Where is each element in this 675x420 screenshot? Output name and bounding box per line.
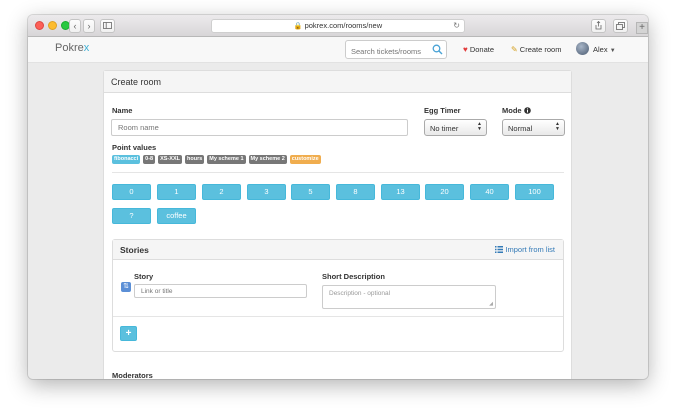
- add-story-button[interactable]: +: [120, 326, 137, 341]
- scheme-customize[interactable]: customize: [289, 155, 321, 164]
- scheme-xs-xxl[interactable]: XS-XXL: [158, 155, 182, 164]
- reload-icon[interactable]: ↻: [453, 20, 460, 32]
- card-13[interactable]: 13: [381, 184, 420, 200]
- search-input[interactable]: [346, 43, 430, 60]
- card-question[interactable]: ?: [112, 208, 151, 224]
- card-40[interactable]: 40: [470, 184, 509, 200]
- brand-logo[interactable]: Pokrex: [55, 42, 89, 54]
- create-room-link[interactable]: ✎ Create room: [511, 45, 561, 54]
- divider: [113, 316, 563, 317]
- donate-link[interactable]: ♥ Donate: [463, 45, 494, 54]
- scheme-hours[interactable]: hours: [184, 155, 205, 164]
- create-room-panel: Create room Name Egg Timer No timer ▲▼ M…: [103, 70, 572, 379]
- sort-icon[interactable]: ⇅: [121, 282, 131, 292]
- card-coffee[interactable]: coffee: [157, 208, 196, 224]
- donate-label: Donate: [469, 45, 495, 54]
- avatar[interactable]: [576, 42, 589, 55]
- sidebar-toggle-button[interactable]: [100, 19, 115, 33]
- pencil-icon: ✎: [511, 45, 518, 54]
- brand-accent: x: [83, 42, 90, 54]
- card-0[interactable]: 0: [112, 184, 151, 200]
- card-100[interactable]: 100: [515, 184, 554, 200]
- search-box: [345, 40, 447, 60]
- tabs-overview-button[interactable]: [613, 19, 628, 33]
- card-3[interactable]: 3: [247, 184, 286, 200]
- stories-title: Stories: [120, 245, 149, 255]
- short-description-label: Short Description: [322, 272, 385, 281]
- mode-label: Mode: [502, 106, 531, 115]
- forward-button[interactable]: ›: [83, 19, 95, 33]
- scheme-my-scheme-2[interactable]: My scheme 2: [248, 155, 287, 164]
- brand-text: Pokre: [55, 42, 84, 54]
- scheme-my-scheme-1[interactable]: My scheme 1: [207, 155, 246, 164]
- panel-title: Create room: [104, 71, 571, 93]
- select-arrows-icon: ▲ ▼: [555, 121, 560, 132]
- scheme-badges: fibonacci 0-8 XS-XXL hours My scheme 1 M…: [112, 155, 324, 164]
- point-values-label: Point values: [112, 143, 157, 152]
- resize-grip-icon[interactable]: ◢: [489, 301, 493, 307]
- card-1[interactable]: 1: [157, 184, 196, 200]
- scheme-fibonacci[interactable]: fibonacci: [112, 155, 141, 164]
- description-placeholder: Description - optional: [329, 290, 391, 297]
- mode-select[interactable]: Normal ▲ ▼: [502, 119, 565, 136]
- share-icon: [595, 20, 602, 30]
- description-textarea[interactable]: Description - optional ◢: [322, 285, 496, 309]
- caret-down-icon: ▼: [609, 48, 616, 54]
- plus-icon: +: [125, 328, 132, 339]
- scheme-0-8[interactable]: 0-8: [143, 155, 156, 164]
- egg-timer-label: Egg Timer: [424, 106, 461, 115]
- plus-icon: +: [639, 22, 645, 33]
- mode-label-text: Mode: [502, 106, 522, 115]
- lock-icon: 🔒: [293, 23, 303, 30]
- close-window-button[interactable]: [35, 21, 44, 30]
- name-label: Name: [112, 106, 133, 115]
- share-button[interactable]: [591, 19, 606, 33]
- egg-timer-select[interactable]: No timer ▲ ▼: [424, 119, 487, 136]
- card-5[interactable]: 5: [291, 184, 330, 200]
- search-icon[interactable]: [432, 44, 443, 55]
- user-menu[interactable]: Alex ▼: [593, 45, 616, 54]
- card-8[interactable]: 8: [336, 184, 375, 200]
- back-button[interactable]: ‹: [69, 19, 81, 33]
- sidebar-icon: [103, 22, 112, 29]
- heart-icon: ♥: [463, 45, 468, 54]
- site-navbar: Pokrex ♥ Donate ✎ Create room Alex ▼: [28, 37, 648, 63]
- card-20[interactable]: 20: [425, 184, 464, 200]
- new-tab-button[interactable]: +: [636, 22, 648, 34]
- room-name-input[interactable]: [111, 119, 408, 136]
- user-name: Alex: [593, 45, 608, 54]
- page-content: Create room Name Egg Timer No timer ▲▼ M…: [28, 64, 648, 379]
- import-label: Import from list: [505, 245, 555, 254]
- browser-window: ‹ › 🔒 pokrex.com/rooms/new ↻ Pokrex Sear…: [28, 15, 648, 379]
- create-room-label: Create room: [519, 45, 562, 54]
- egg-timer-value: No timer: [430, 124, 459, 133]
- minimize-window-button[interactable]: [48, 21, 57, 30]
- stories-panel: Stories Import from list ⇅ Story Short D…: [112, 239, 564, 352]
- divider: [112, 172, 564, 173]
- list-icon: [495, 246, 504, 253]
- url-text: pokrex.com/rooms/new: [304, 21, 383, 30]
- moderators-label: Moderators: [112, 371, 153, 379]
- tabs-icon: [616, 22, 625, 30]
- title-bar: ‹ › 🔒 pokrex.com/rooms/new ↻: [28, 15, 648, 37]
- stories-header: Stories Import from list: [113, 240, 563, 260]
- story-input[interactable]: [134, 284, 307, 298]
- select-arrows-icon: ▲ ▼: [477, 121, 482, 132]
- story-label: Story: [134, 272, 154, 281]
- import-from-list-link[interactable]: Import from list: [495, 245, 555, 254]
- card-2[interactable]: 2: [202, 184, 241, 200]
- info-icon[interactable]: [523, 107, 531, 114]
- address-bar[interactable]: 🔒 pokrex.com/rooms/new ↻: [211, 19, 465, 33]
- mode-value: Normal: [508, 124, 533, 133]
